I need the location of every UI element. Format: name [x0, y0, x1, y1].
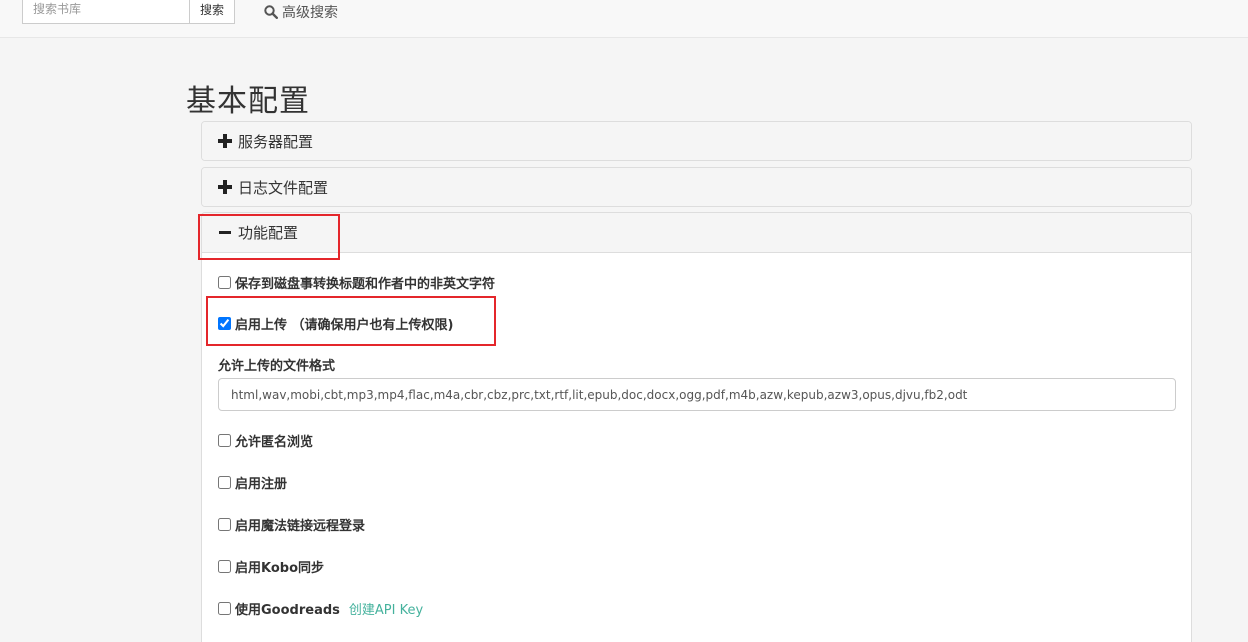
- allowed-formats-label: 允许上传的文件格式: [218, 359, 336, 374]
- plus-icon: [218, 180, 232, 194]
- option-label: 启用上传 （请确保用户也有上传权限): [235, 318, 454, 333]
- magic-link-checkbox[interactable]: [218, 518, 231, 531]
- panel-title: 日志文件配置: [238, 178, 329, 197]
- panel-heading-server-config[interactable]: 服务器配置: [202, 122, 1191, 160]
- search-icon: [264, 5, 278, 19]
- option-convert-non-english[interactable]: 保存到磁盘事转换标题和作者中的非英文字符: [218, 273, 495, 292]
- panel-heading-feature-config[interactable]: 功能配置: [202, 213, 1191, 253]
- enable-register-checkbox[interactable]: [218, 476, 231, 489]
- option-label: 启用Kobo同步: [235, 561, 325, 576]
- option-anonymous-browse[interactable]: 允许匿名浏览: [218, 431, 313, 450]
- plus-icon: [218, 134, 232, 148]
- panel-log-config: 日志文件配置: [201, 167, 1192, 207]
- allowed-formats-field[interactable]: [218, 378, 1176, 411]
- option-enable-upload[interactable]: 启用上传 （请确保用户也有上传权限): [218, 314, 453, 333]
- panel-title: 功能配置: [238, 224, 299, 242]
- option-label: 允许匿名浏览: [235, 435, 314, 450]
- convert-non-english-checkbox[interactable]: [218, 276, 231, 289]
- option-label: 启用注册: [235, 477, 288, 492]
- panel-title: 服务器配置: [238, 132, 314, 151]
- anonymous-browse-checkbox[interactable]: [218, 434, 231, 447]
- panel-feature-config: 功能配置 保存到磁盘事转换标题和作者中的非英文字符 启用上传 （请确保用户也有上…: [201, 212, 1192, 642]
- option-magic-link[interactable]: 启用魔法链接远程登录: [218, 515, 365, 534]
- panel-server-config: 服务器配置: [201, 121, 1192, 161]
- option-kobo-sync[interactable]: 启用Kobo同步: [218, 557, 324, 576]
- advanced-search-label: 高级搜索: [282, 5, 338, 21]
- goodreads-checkbox[interactable]: [218, 602, 231, 615]
- minus-icon: [218, 226, 232, 240]
- option-label: 启用魔法链接远程登录: [235, 519, 366, 534]
- option-goodreads[interactable]: 使用Goodreads 创建API Key: [218, 599, 423, 618]
- page-title: 基本配置: [186, 84, 310, 119]
- search-input[interactable]: [22, 0, 190, 24]
- search-button[interactable]: 搜索: [189, 0, 235, 24]
- panel-heading-log-config[interactable]: 日志文件配置: [202, 168, 1191, 206]
- advanced-search-link[interactable]: 高级搜索: [264, 3, 338, 21]
- create-api-key-link[interactable]: 创建API Key: [349, 599, 423, 618]
- option-label: 使用Goodreads: [235, 603, 340, 618]
- option-label: 保存到磁盘事转换标题和作者中的非英文字符: [235, 277, 496, 292]
- top-navbar: 搜索 高级搜索: [0, 0, 1248, 38]
- option-enable-register[interactable]: 启用注册: [218, 473, 287, 492]
- kobo-sync-checkbox[interactable]: [218, 560, 231, 573]
- enable-upload-checkbox[interactable]: [218, 317, 231, 330]
